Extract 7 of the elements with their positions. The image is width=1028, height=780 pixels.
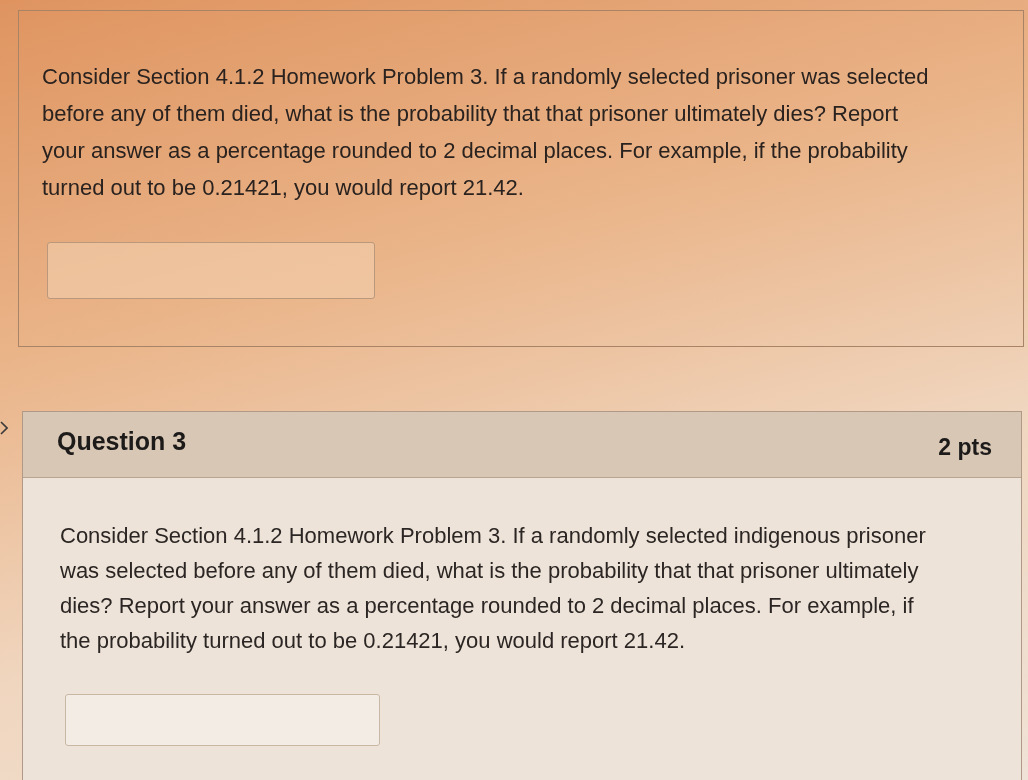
answer-box[interactable] xyxy=(65,694,380,746)
answer-box[interactable] xyxy=(47,242,375,299)
chevron-right-icon[interactable] xyxy=(0,421,8,435)
question-title: Question 3 xyxy=(57,426,187,457)
question-text: Consider Section 4.1.2 Homework Problem 3. If a randomly selected indigenous prisoner was selected before any of them died, what is the probability that that prisoner ultimately dies? Report your answer as a percentage rounded to 2 decimal places. For example, if the probability turned out to be 0.21421, you would report 21.42. xyxy=(60,522,927,655)
question-points: 2 pts xyxy=(938,433,992,462)
question-text: Consider Section 4.1.2 Homework Problem 3. If a randomly selected prisoner was selected before any of them died, what is the probability that that prisoner ultimately dies? Report your answer as a percentage rounded to 2 decimal places. For example, if the probability turned out to be 0.21421, you would report 21.42. xyxy=(42,63,930,202)
